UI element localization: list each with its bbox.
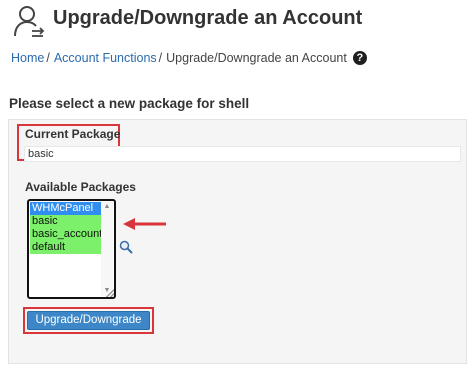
user-accounts-icon — [14, 6, 45, 37]
breadcrumb-current-page: Upgrade/Downgrade an Account — [166, 51, 347, 65]
package-option-basic[interactable]: basic — [30, 215, 102, 228]
question-circle-icon[interactable]: ? — [352, 51, 367, 65]
breadcrumb-home-link[interactable]: Home — [11, 51, 44, 65]
current-package-label: Current Package — [25, 127, 121, 141]
magnifier-icon[interactable] — [119, 240, 133, 254]
package-option-basic-account[interactable]: basic_account — [30, 228, 102, 241]
available-packages-label: Available Packages — [25, 180, 136, 194]
resize-grip-icon[interactable] — [106, 289, 114, 297]
breadcrumb-separator: / — [46, 51, 50, 65]
upgrade-downgrade-button[interactable]: Upgrade/Downgrade — [27, 311, 150, 330]
breadcrumb: Home / Account Functions / Upgrade/Downg… — [11, 51, 367, 65]
available-packages-listbox[interactable]: WHMcPanel basic basic_account default ▲ … — [27, 199, 116, 299]
page-title: Upgrade/Downgrade an Account — [53, 7, 363, 29]
package-option-whmcpanel[interactable]: WHMcPanel — [30, 202, 102, 215]
listbox-scrollbar[interactable]: ▲ ▼ — [101, 202, 113, 296]
breadcrumb-account-functions-link[interactable]: Account Functions — [54, 51, 157, 65]
breadcrumb-separator: / — [158, 51, 163, 65]
package-option-default[interactable]: default — [30, 241, 102, 254]
red-arrow-left-icon — [123, 218, 166, 230]
scroll-up-arrow-icon[interactable]: ▲ — [101, 202, 113, 212]
section-heading: Please select a new package for shell — [9, 96, 250, 111]
package-options: WHMcPanel basic basic_account default — [30, 202, 102, 254]
current-package-value: basic — [24, 146, 461, 162]
